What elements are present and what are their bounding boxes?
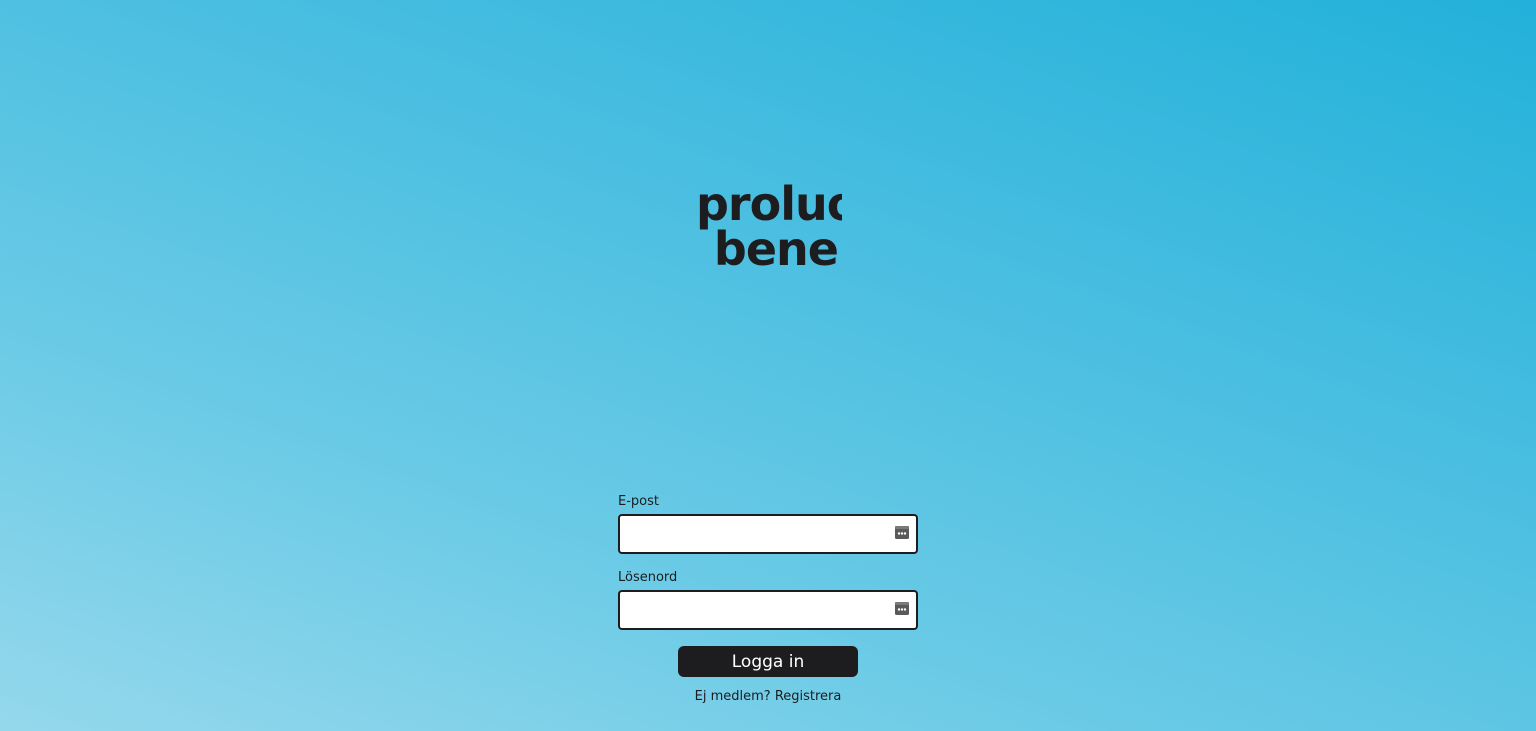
- register-link[interactable]: Registrera: [775, 689, 842, 704]
- login-form: E-post Lösenord Logga in Ej medlem? Regi…: [618, 493, 918, 706]
- register-prompt-text: Ej medlem?: [694, 689, 771, 704]
- login-button[interactable]: Logga in: [678, 646, 858, 677]
- register-prompt-row: Ej medlem? Registrera: [618, 688, 918, 706]
- password-manager-key-icon[interactable]: [895, 526, 909, 539]
- password-label: Lösenord: [618, 570, 678, 585]
- password-field-wrapper: [618, 590, 918, 630]
- brand-logo: proluo bene: [696, 176, 842, 272]
- password-field[interactable]: [618, 590, 918, 630]
- logo-line-2: bene: [714, 222, 838, 272]
- email-field-wrapper: [618, 514, 918, 554]
- password-manager-key-icon[interactable]: [895, 602, 909, 615]
- brand-logo-graphic: proluo bene: [696, 177, 842, 272]
- email-field[interactable]: [618, 514, 918, 554]
- email-label: E-post: [618, 494, 659, 509]
